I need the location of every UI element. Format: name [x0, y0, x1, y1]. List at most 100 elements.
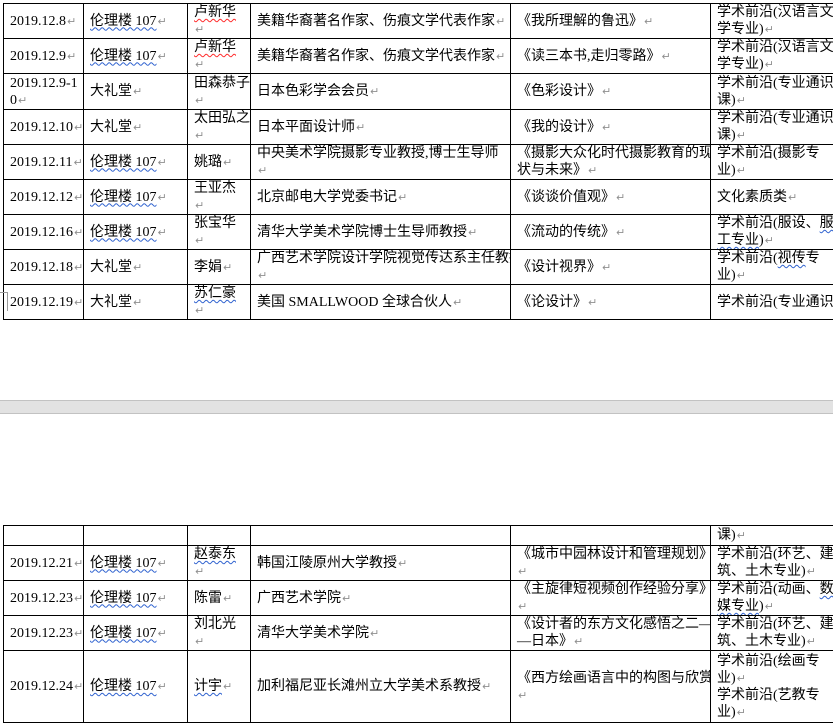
cell-date[interactable]: 2019.12.21↵: [4, 546, 84, 581]
cell-location[interactable]: 伦理楼 107↵: [84, 581, 188, 616]
cell-speaker-title[interactable]: 韩国江陵原州大学教授↵: [251, 546, 511, 581]
cell-speaker[interactable]: 苏仁豪↵: [188, 285, 251, 320]
cell-date[interactable]: 2019.12.9↵: [4, 39, 84, 74]
cell-date[interactable]: 2019.12.23↵: [4, 581, 84, 616]
cell-speaker-title[interactable]: 清华大学美术学院↵: [251, 616, 511, 651]
cell-location[interactable]: 大礼堂↵: [84, 110, 188, 145]
location-text: 大礼堂: [90, 120, 132, 135]
cell-speaker-title[interactable]: 广西艺术学院设计学院视觉传达系主任教授↵: [251, 250, 511, 285]
cell-lecture-title[interactable]: 《色彩设计》↵: [511, 74, 711, 110]
cell-lecture-title[interactable]: 《论设计》↵: [511, 285, 711, 320]
cell-category[interactable]: 学术前沿(汉语言文 学专业)↵: [711, 39, 833, 74]
cell-lecture-title[interactable]: 《城市中园林设计和管理规划》↵: [511, 546, 711, 581]
cell-location[interactable]: 大礼堂↵: [84, 285, 188, 320]
cell-category[interactable]: 学术前沿(视传专 业)↵: [711, 250, 833, 285]
cell-speaker[interactable]: 刘北光↵: [188, 616, 251, 651]
pilcrow-mark: ↵: [133, 261, 142, 274]
speaker-title-text: 清华大学美术学院博士生导师教授: [257, 225, 467, 240]
cell-date[interactable]: 2019.12.8↵: [4, 4, 84, 39]
cell-category[interactable]: 学术前沿(服设、服 工专业)↵: [711, 215, 833, 250]
date-text: 2019.12.18: [10, 260, 73, 275]
cell-speaker[interactable]: 卢新华↵: [188, 4, 251, 39]
cell-speaker-title[interactable]: 广西艺术学院↵: [251, 581, 511, 616]
cell-category[interactable]: 学术前沿(专业通识 课)↵: [711, 110, 833, 145]
cell-speaker[interactable]: 太田弘之↵: [188, 110, 251, 145]
cell-location[interactable]: 伦理楼 107↵: [84, 651, 188, 723]
cell-lecture-title[interactable]: 《西方绘画语言中的构图与欣赏》↵: [511, 651, 711, 723]
cell-date[interactable]: 2019.12.9-1 0↵: [4, 74, 84, 110]
cell-location[interactable]: 伦理楼 107↵: [84, 145, 188, 180]
cell-speaker[interactable]: 卢新华↵: [188, 39, 251, 74]
cell-speaker-title[interactable]: [251, 526, 511, 546]
cell-category[interactable]: 学术前沿(汉语言文 学专业)↵: [711, 4, 833, 39]
cell-lecture-title[interactable]: 《主旋律短视频创作经验分享》↵: [511, 581, 711, 616]
cell-lecture-title[interactable]: 《流动的传统》↵: [511, 215, 711, 250]
cell-location[interactable]: 伦理楼 107↵: [84, 215, 188, 250]
pilcrow-mark: ↵: [74, 557, 83, 570]
cell-speaker-title[interactable]: 美国 SMALLWOOD 全球合伙人↵: [251, 285, 511, 320]
cell-speaker[interactable]: 田森恭子↵: [188, 74, 251, 110]
cell-lecture-title[interactable]: 《我所理解的鲁迅》↵: [511, 4, 711, 39]
cell-lecture-title[interactable]: 《谈谈价值观》↵: [511, 180, 711, 215]
cell-lecture-title[interactable]: 《设计视界》↵: [511, 250, 711, 285]
cell-speaker-title[interactable]: 美籍华裔著名作家、伤痕文学代表作家↵: [251, 4, 511, 39]
cell-location[interactable]: 大礼堂↵: [84, 250, 188, 285]
date-text: 2019.12.11: [10, 155, 72, 170]
cell-speaker-title[interactable]: 北京邮电大学党委书记↵: [251, 180, 511, 215]
pilcrow-mark: ↵: [74, 680, 83, 693]
cell-category[interactable]: 课)↵: [711, 526, 833, 546]
cell-date[interactable]: 2019.12.10↵: [4, 110, 84, 145]
cell-speaker-title[interactable]: 日本平面设计师↵: [251, 110, 511, 145]
cell-speaker[interactable]: 李娟↵: [188, 250, 251, 285]
cell-location[interactable]: 伦理楼 107↵: [84, 616, 188, 651]
cell-lecture-title[interactable]: 《摄影大众化时代摄影教育的现 状与未来》↵: [511, 145, 711, 180]
cell-location[interactable]: 伦理楼 107↵: [84, 180, 188, 215]
cell-category[interactable]: 学术前沿(专业通识 课)↵: [711, 74, 833, 110]
cell-location[interactable]: 大礼堂↵: [84, 74, 188, 110]
cell-speaker[interactable]: 张宝华↵: [188, 215, 251, 250]
cell-date[interactable]: 2019.12.19↵: [4, 285, 84, 320]
cell-speaker-title[interactable]: 加利福尼亚长滩州立大学美术系教授↵: [251, 651, 511, 723]
cell-category[interactable]: 学术前沿(环艺、建 筑、土木专业)↵: [711, 616, 833, 651]
cell-date[interactable]: 2019.12.11↵: [4, 145, 84, 180]
cell-speaker[interactable]: 王亚杰↵: [188, 180, 251, 215]
cell-speaker[interactable]: 陈雷↵: [188, 581, 251, 616]
cell-speaker-title[interactable]: 美籍华裔著名作家、伤痕文学代表作家↵: [251, 39, 511, 74]
cell-speaker[interactable]: 计宇↵: [188, 651, 251, 723]
cell-speaker-title[interactable]: 中央美术学院摄影专业教授,博士生导师↵: [251, 145, 511, 180]
cell-category[interactable]: 文化素质类↵: [711, 180, 833, 215]
cell-speaker-title[interactable]: 日本色彩学会会员↵: [251, 74, 511, 110]
cell-date[interactable]: 2019.12.12↵: [4, 180, 84, 215]
cell-date[interactable]: [4, 526, 84, 546]
date-text: 2019.12.19: [10, 295, 73, 310]
cell-lecture-title[interactable]: 《我的设计》↵: [511, 110, 711, 145]
location-text: 大礼堂: [90, 260, 132, 275]
date-text: 2019.12.24: [10, 679, 73, 694]
cell-location[interactable]: [84, 526, 188, 546]
cell-location[interactable]: 伦理楼 107↵: [84, 39, 188, 74]
cell-date[interactable]: 2019.12.16↵: [4, 215, 84, 250]
table-row: 2019.12.23↵ 伦理楼 107↵ 陈雷↵ 广西艺术学院↵ 《主旋律短视频…: [4, 581, 833, 616]
cell-category[interactable]: 学术前沿(专业通识: [711, 285, 833, 320]
cell-speaker[interactable]: 赵泰东↵: [188, 546, 251, 581]
cell-category[interactable]: 学术前沿(绘画专 业)↵ 学术前沿(艺教专 业)↵: [711, 651, 833, 723]
pilcrow-mark: ↵: [195, 129, 204, 142]
pilcrow-mark: ↵: [223, 592, 232, 605]
cell-speaker-title[interactable]: 清华大学美术学院博士生导师教授↵: [251, 215, 511, 250]
cell-category[interactable]: 学术前沿(动画、数 媒专业)↵: [711, 581, 833, 616]
cell-speaker[interactable]: [188, 526, 251, 546]
cell-lecture-title[interactable]: [511, 526, 711, 546]
pilcrow-mark: ↵: [74, 121, 83, 134]
cell-category[interactable]: 学术前沿(摄影专 业)↵: [711, 145, 833, 180]
cell-location[interactable]: 伦理楼 107↵: [84, 546, 188, 581]
cell-lecture-title[interactable]: 《设计者的东方文化感悟之二— —日本》↵: [511, 616, 711, 651]
table-row: 2019.12.12↵ 伦理楼 107↵ 王亚杰↵ 北京邮电大学党委书记↵ 《谈…: [4, 180, 833, 215]
cell-date[interactable]: 2019.12.18↵: [4, 250, 84, 285]
cell-speaker[interactable]: 姚璐↵: [188, 145, 251, 180]
cell-location[interactable]: 伦理楼 107↵: [84, 4, 188, 39]
cell-date[interactable]: 2019.12.23↵: [4, 616, 84, 651]
pilcrow-mark: ↵: [195, 94, 204, 107]
cell-lecture-title[interactable]: 《读三本书,走归零路》↵: [511, 39, 711, 74]
cell-date[interactable]: 2019.12.24↵: [4, 651, 84, 723]
cell-category[interactable]: 学术前沿(环艺、建 筑、土木专业)↵: [711, 546, 833, 581]
